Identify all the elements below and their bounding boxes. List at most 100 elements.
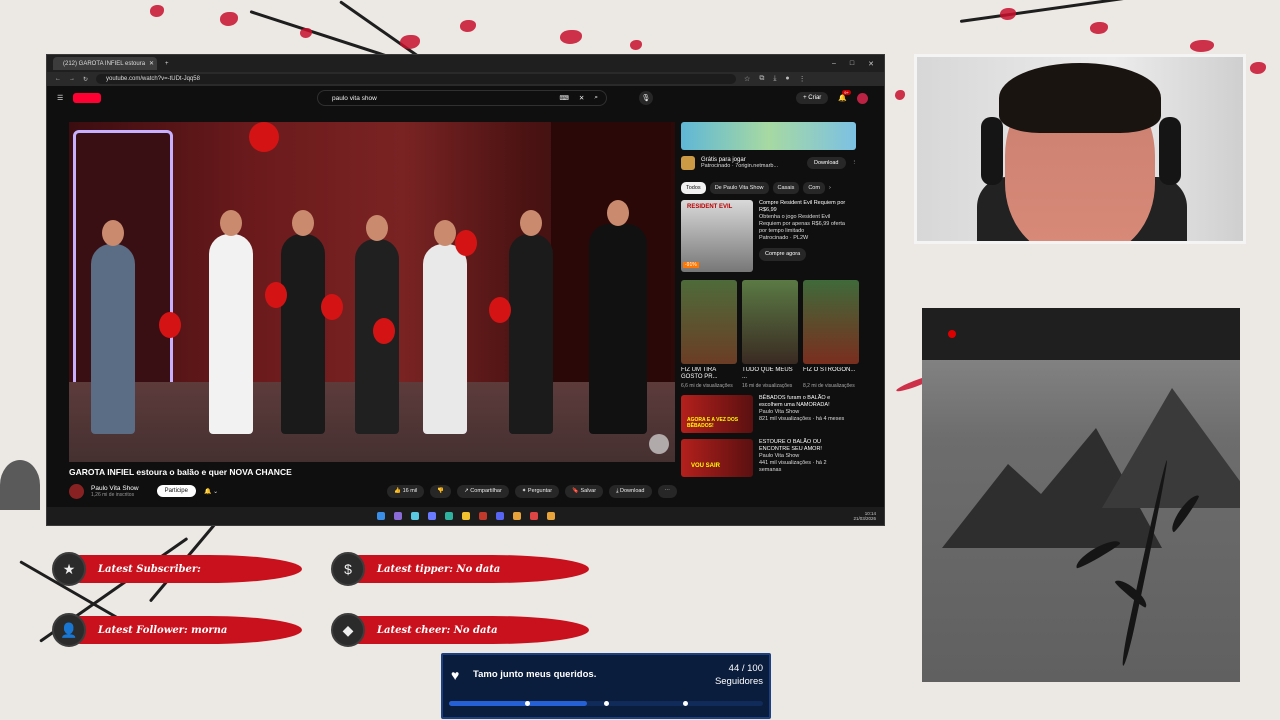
more-button[interactable]: ⋯ bbox=[657, 484, 677, 498]
rec-title[interactable]: BÊBADOS furam o BALÃO e escolhem uma NAM… bbox=[759, 395, 830, 408]
heart-hand-icon: ♥ bbox=[451, 667, 460, 683]
channel-name[interactable]: Paulo Vita Show bbox=[91, 485, 139, 492]
short-thumbnail[interactable] bbox=[681, 280, 737, 364]
user-add-icon: 👤 bbox=[52, 613, 86, 647]
video-player[interactable] bbox=[69, 122, 675, 462]
latest-follower-alert: 👤 Latest Follower: morna bbox=[52, 613, 302, 647]
list-item[interactable]: AGORA E A VEZ DOS BÊBADOS! BÊBADOS furam… bbox=[681, 395, 877, 433]
rec-title[interactable]: ESTOURE O BALÃO OU ENCONTRE SEU AMOR! bbox=[759, 439, 822, 452]
obs-icon[interactable] bbox=[529, 512, 538, 520]
goal-marker bbox=[525, 701, 530, 706]
hamburger-icon[interactable]: ☰ bbox=[57, 94, 63, 102]
latest-tipper-alert: $ Latest tipper: No data bbox=[331, 552, 589, 586]
windows-start-icon[interactable] bbox=[376, 512, 385, 520]
promo-thumbnail[interactable]: RESIDENT EVIL -91% bbox=[681, 200, 753, 272]
edge-icon[interactable] bbox=[444, 512, 453, 520]
download-button[interactable]: ⤓ Download bbox=[609, 484, 652, 498]
ask-button[interactable]: ✦ Perguntar bbox=[514, 484, 560, 498]
clear-search-icon[interactable]: ✕ bbox=[579, 94, 584, 102]
download-icon[interactable]: ⤓ bbox=[773, 75, 776, 83]
dislike-button[interactable]: 👎 bbox=[430, 484, 452, 498]
list-item[interactable]: VOU SAIR ESTOURE O BALÃO OU ENCONTRE SEU… bbox=[681, 439, 877, 477]
ad-row: Grátis para jogar Patrocinado · 7origin.… bbox=[681, 150, 857, 176]
teams-icon[interactable] bbox=[393, 512, 402, 520]
webcam-feed bbox=[914, 54, 1246, 244]
notifications-icon[interactable]: 🔔 9+ bbox=[838, 90, 851, 102]
close-tab-icon[interactable]: ✕ bbox=[149, 60, 154, 67]
discord-app-icon[interactable] bbox=[495, 512, 504, 520]
rec-channel: Paulo Vita Show bbox=[759, 453, 800, 459]
tab-title: (212) GAROTA INFIEL estoura bbox=[63, 60, 146, 67]
save-button[interactable]: 🔖 Salvar bbox=[565, 484, 604, 498]
folder-icon[interactable] bbox=[461, 512, 470, 520]
maximize-icon[interactable]: □ bbox=[850, 60, 854, 68]
promo-title[interactable]: Compre Resident Evil Requiem por R$6,99 bbox=[759, 200, 845, 213]
chip-channel[interactable]: De Paulo Vita Show bbox=[709, 182, 769, 194]
subscriber-count: 1,26 mi de inscritos bbox=[91, 491, 135, 498]
chrome-active-icon[interactable] bbox=[546, 512, 555, 520]
chip-all[interactable]: Todos bbox=[681, 182, 706, 194]
subscribe-bell-icon[interactable]: 🔔 ⌄ bbox=[204, 488, 218, 495]
app-icon[interactable] bbox=[478, 512, 487, 520]
headset-icon bbox=[981, 117, 1003, 185]
like-button[interactable]: 👍 16 mil bbox=[387, 484, 425, 498]
short-item[interactable]: FIZ UM TIRA GOSTO PR... 6,6 mi de visual… bbox=[681, 280, 737, 389]
channel-avatar[interactable] bbox=[69, 483, 84, 499]
close-window-icon[interactable]: ✕ bbox=[868, 60, 874, 68]
rec-meta: 441 mil visualizações · há 2 semanas bbox=[759, 460, 827, 473]
extensions-icon[interactable]: ⧉ bbox=[759, 75, 764, 83]
goal-label: Tamo junto meus queridos. bbox=[473, 669, 597, 680]
short-item[interactable]: TUDO QUE MEUS ... 16 mi de visualizações bbox=[742, 280, 798, 389]
forward-icon[interactable]: → bbox=[69, 76, 75, 82]
discord-icon[interactable] bbox=[427, 512, 436, 520]
more-icon[interactable]: ⋮ bbox=[852, 160, 858, 166]
youtube-logo[interactable] bbox=[73, 93, 102, 103]
ad-sponsor: Patrocinado · 7origin.netmarb... bbox=[701, 163, 779, 169]
short-item[interactable]: FIZ O STROGON... 8,2 mi de visualizações bbox=[803, 280, 859, 389]
promo-desc: Obtenha o jogo Resident Evil Requiem por… bbox=[759, 214, 845, 234]
rec-channel: Paulo Vita Show bbox=[759, 409, 800, 415]
video-thumbnail[interactable]: VOU SAIR bbox=[681, 439, 753, 477]
buy-now-button[interactable]: Compre agora bbox=[759, 248, 807, 261]
join-button[interactable]: Participe bbox=[156, 485, 196, 497]
create-button[interactable]: + Criar bbox=[796, 92, 829, 104]
channel-watermark bbox=[649, 434, 669, 454]
chrome-icon[interactable] bbox=[512, 512, 521, 520]
menu-icon[interactable]: ⋮ bbox=[799, 75, 806, 83]
short-thumbnail[interactable] bbox=[742, 280, 798, 364]
search-input[interactable]: paulo vita show ⌨ ✕ ⌕ bbox=[317, 90, 607, 106]
chip-couples[interactable]: Casais bbox=[772, 182, 800, 194]
back-icon[interactable]: ← bbox=[55, 76, 61, 82]
promo-card[interactable]: RESIDENT EVIL -91% Compre Resident Evil … bbox=[681, 200, 877, 276]
star-icon[interactable]: ☆ bbox=[744, 75, 750, 83]
reload-icon[interactable]: ↻ bbox=[83, 76, 88, 83]
goal-count: 44 / 100 bbox=[728, 663, 763, 674]
chip-more[interactable]: Com bbox=[803, 182, 825, 194]
url-field[interactable]: youtube.com/watch?v=-tUDt-Jqq58 bbox=[96, 74, 737, 84]
avatar[interactable] bbox=[857, 92, 868, 104]
new-tab-icon[interactable]: + bbox=[165, 61, 169, 67]
address-bar: ← → ↻ youtube.com/watch?v=-tUDt-Jqq58 ☆ … bbox=[47, 72, 884, 86]
latest-cheer-text: Latest cheer: No data bbox=[377, 624, 498, 636]
ad-download-button[interactable]: Download bbox=[807, 157, 846, 169]
minimize-icon[interactable]: – bbox=[832, 60, 836, 68]
ink-painting-panel bbox=[922, 308, 1240, 682]
short-thumbnail[interactable] bbox=[803, 280, 859, 364]
mic-icon[interactable]: 🎙 bbox=[639, 91, 653, 105]
steam-icon[interactable] bbox=[410, 512, 419, 520]
latest-tipper-text: Latest tipper: No data bbox=[377, 563, 501, 575]
keyboard-icon[interactable]: ⌨ bbox=[560, 94, 569, 102]
browser-window: (212) GAROTA INFIEL estoura ✕ + – □ ✕ ← … bbox=[46, 54, 885, 526]
ad-banner[interactable] bbox=[681, 122, 856, 150]
video-thumbnail[interactable]: AGORA E A VEZ DOS BÊBADOS! bbox=[681, 395, 753, 433]
channel-row: Paulo Vita Show 1,26 mi de inscritos Par… bbox=[69, 482, 677, 500]
browser-tab[interactable]: (212) GAROTA INFIEL estoura ✕ bbox=[53, 57, 157, 70]
goal-marker bbox=[604, 701, 609, 706]
discount-badge: -91% bbox=[683, 262, 699, 268]
dollar-icon: $ bbox=[331, 552, 365, 586]
system-clock[interactable]: 10:14 21/03/2026 bbox=[853, 511, 876, 521]
share-button[interactable]: ↗ Compartilhar bbox=[457, 484, 509, 498]
profile-icon[interactable]: ● bbox=[785, 75, 789, 83]
chevron-right-icon[interactable]: › bbox=[829, 185, 831, 191]
search-icon[interactable]: ⌕ bbox=[594, 94, 598, 102]
